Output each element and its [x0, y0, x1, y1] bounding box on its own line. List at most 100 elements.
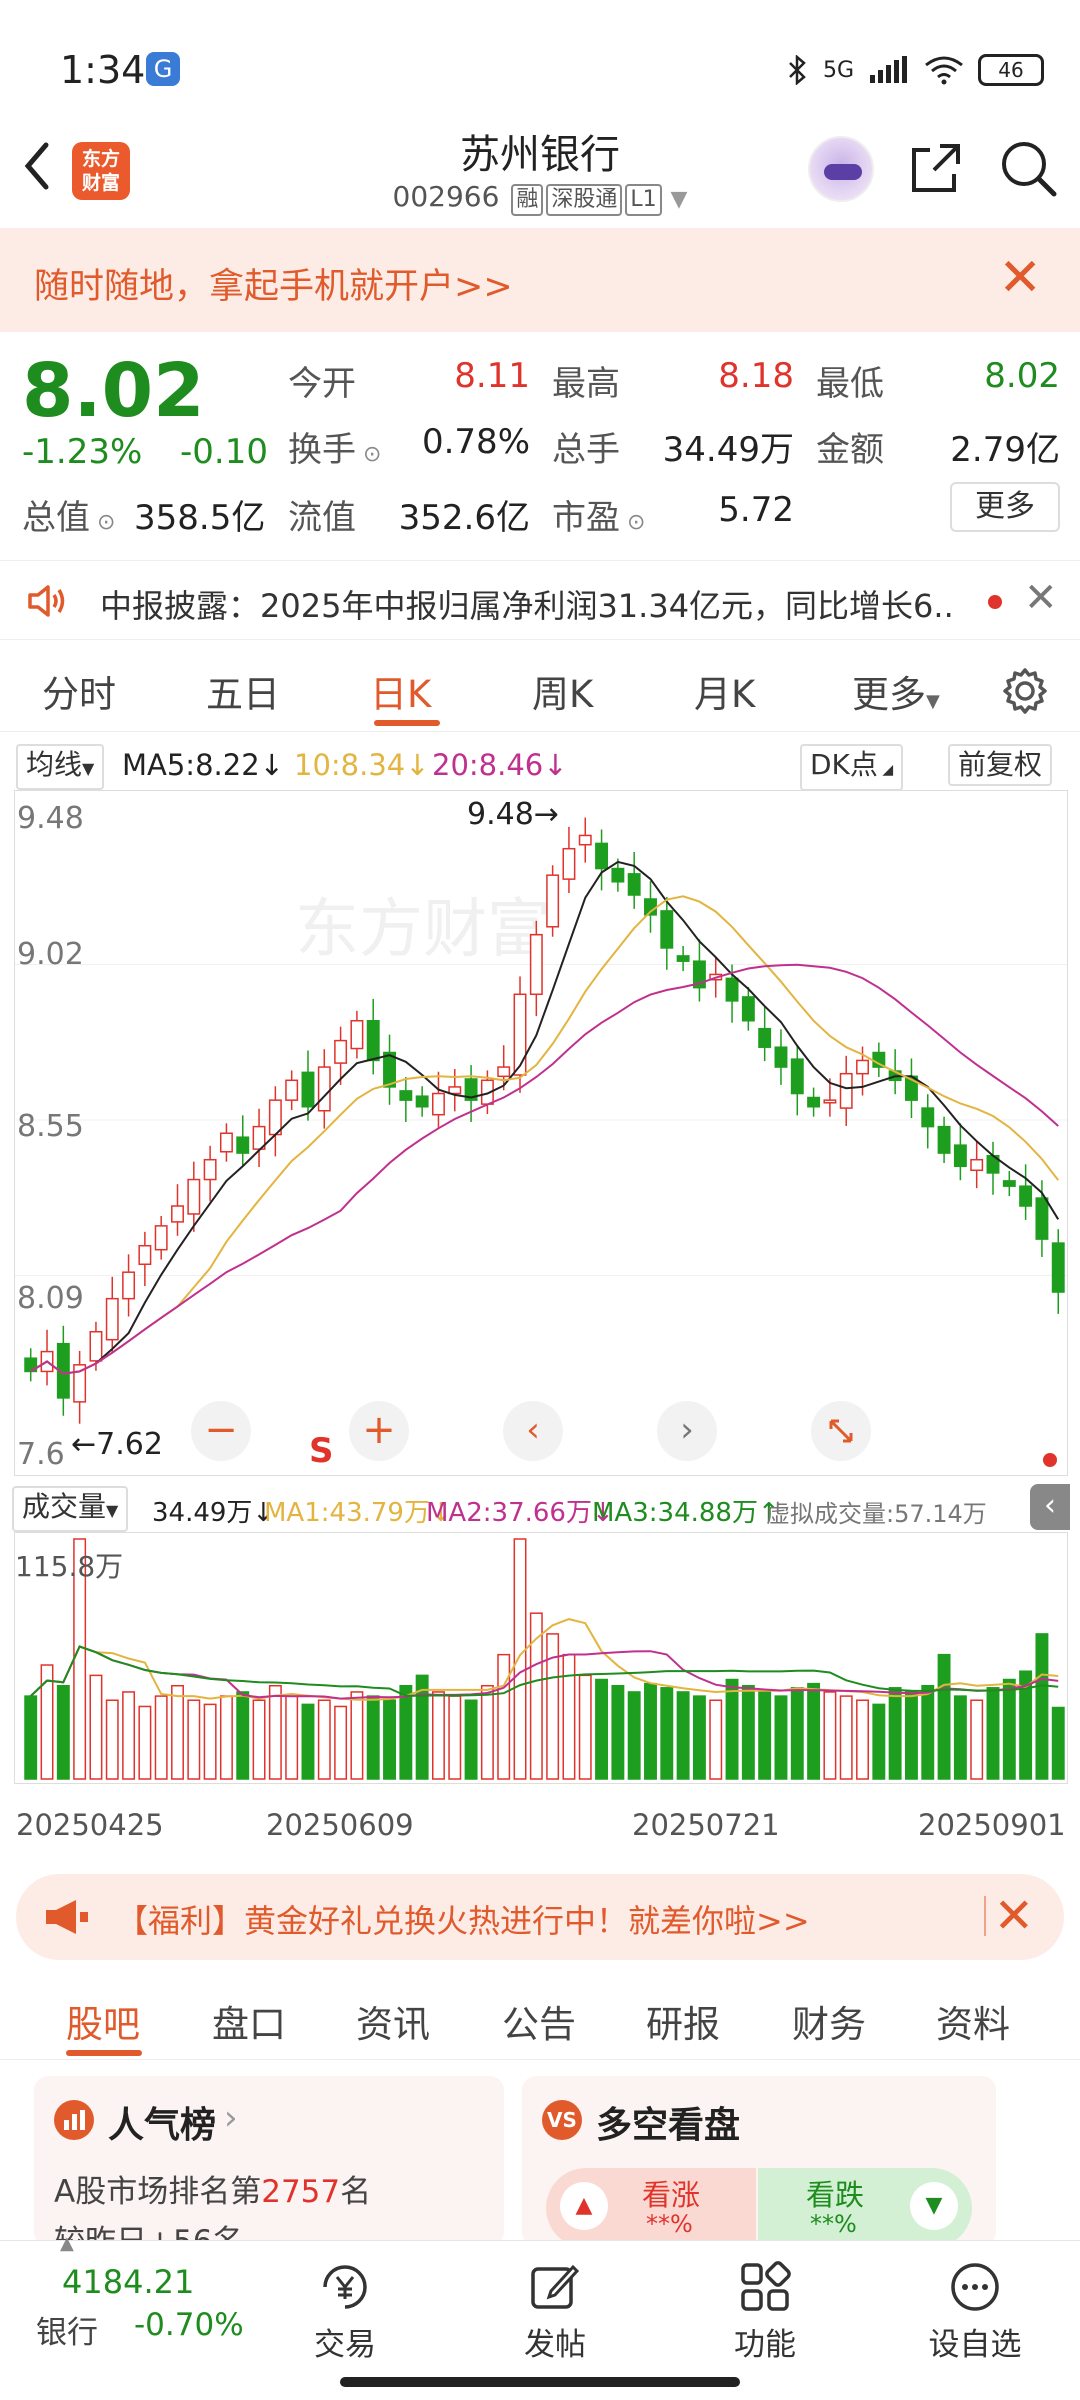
info-icon[interactable]: ⊙	[620, 510, 645, 535]
more-dots-icon	[951, 2263, 999, 2311]
change-percent: -1.23%	[22, 432, 143, 472]
candle-up	[823, 1099, 837, 1104]
volume-bar-down	[986, 1687, 1000, 1780]
signal-icon	[870, 56, 907, 83]
nav-post[interactable]: 发帖	[480, 2259, 630, 2364]
volume-indicator-bar: 成交量▼ 34.49万↓ MA1:43.79万↓ MA2:37.66万↓ MA3…	[0, 1484, 1080, 1534]
candle-up	[856, 1059, 869, 1075]
candle-up	[513, 993, 527, 1076]
caret-down-icon: ▼	[106, 1501, 119, 1520]
volume-bar-up	[513, 1538, 527, 1780]
fullscreen-button[interactable]	[811, 1401, 871, 1461]
low-label: 最低	[816, 364, 884, 404]
dk-point-selector[interactable]: DK点 ◢	[800, 744, 904, 791]
info-icon[interactable]: ⊙	[356, 442, 381, 467]
kline-chart[interactable]: 东方财富 9.48 9.02 8.55 8.09 7.6 9.48→ ←7.62…	[14, 790, 1068, 1476]
bearish-button[interactable]: 看跌 **% ▼	[758, 2168, 972, 2246]
assistant-avatar-icon[interactable]	[808, 136, 874, 202]
tab-announcements[interactable]: 公告	[502, 1994, 576, 2048]
edit-icon	[531, 2264, 580, 2309]
tab-more[interactable]: 更多▼	[852, 664, 940, 718]
tab-research[interactable]: 研报	[646, 1994, 720, 2048]
volume-bar-down	[692, 1695, 706, 1780]
close-icon[interactable]: ✕	[998, 248, 1042, 308]
tab-intraday[interactable]: 分时	[42, 664, 116, 718]
sector-index[interactable]: 4184.21 银行 -0.70%	[0, 2241, 244, 2361]
y-tick-label: 8.55	[17, 1109, 84, 1144]
search-icon[interactable]	[998, 138, 1058, 198]
tab-five-day[interactable]: 五日	[206, 664, 280, 718]
bottom-nav: ▲ 4184.21 银行 -0.70% 交易 发帖 功能 设自选	[0, 2233, 1080, 2400]
nav-trade[interactable]: 交易	[270, 2259, 420, 2364]
candle-up	[578, 834, 592, 846]
pan-right-button[interactable]: ›	[657, 1401, 717, 1461]
volume-bar-up	[285, 1695, 299, 1780]
wifi-icon	[925, 56, 963, 85]
candle-up	[546, 874, 560, 928]
nav-add-watchlist[interactable]: 设自选	[900, 2259, 1050, 2364]
last-price: 8.02	[22, 348, 205, 434]
volume-bar-up	[709, 1699, 723, 1780]
volume-bar-up	[823, 1691, 837, 1780]
info-icon[interactable]: ⊙	[90, 510, 115, 535]
volume-selector[interactable]: 成交量▼	[12, 1486, 129, 1532]
vs-icon: VS	[542, 2100, 582, 2140]
candle-down	[1019, 1185, 1033, 1207]
volume-bar-up	[171, 1684, 184, 1780]
nav-functions[interactable]: 功能	[690, 2259, 840, 2364]
volume-chart[interactable]: 115.8万	[14, 1532, 1068, 1784]
sentiment-title: 多空看盘	[596, 2105, 741, 2146]
caret-down-icon[interactable]: ▼	[671, 187, 688, 212]
tab-orderbook[interactable]: 盘口	[212, 1994, 286, 2048]
tab-weekly-k[interactable]: 周K	[532, 664, 593, 718]
tab-daily-k[interactable]: 日K	[370, 664, 431, 718]
candle-down	[758, 1027, 772, 1048]
promo-text: 随时随地，拿起手机就开户>>	[34, 267, 513, 307]
account-open-banner[interactable]: 随时随地，拿起手机就开户>> ✕	[0, 228, 1080, 332]
volume-bar-down	[807, 1682, 821, 1780]
active-tab-underline	[66, 2050, 142, 2056]
volume-selector-label: 成交量	[22, 1490, 107, 1523]
gear-icon[interactable]	[1000, 666, 1050, 716]
share-icon[interactable]	[908, 140, 964, 196]
volume-bar-down	[888, 1687, 902, 1780]
nav-post-label: 发帖	[524, 2327, 586, 2363]
volume-bar-down	[399, 1684, 413, 1780]
sentiment-card[interactable]: VS 多空看盘 ▲ 看涨 **% 看跌 **% ▼	[522, 2076, 996, 2246]
more-quote-button[interactable]: 更多	[950, 482, 1060, 532]
pan-left-button[interactable]: ‹	[503, 1401, 563, 1461]
candle-down	[774, 1046, 788, 1068]
popularity-title: 人气榜	[108, 2105, 217, 2146]
active-tab-underline	[374, 720, 440, 726]
close-icon[interactable]: ✕	[1024, 575, 1058, 621]
pe-label-text: 市盈	[552, 498, 620, 538]
volume-bar-up	[203, 1703, 217, 1780]
announcement-bar[interactable]: 中报披露：2025年中报归属净利润31.34亿元，同比增长6.. ✕	[0, 560, 1080, 640]
tab-news[interactable]: 资讯	[356, 1994, 430, 2048]
tab-monthly-k[interactable]: 月K	[694, 664, 755, 718]
zoom-out-button[interactable]: −	[191, 1401, 251, 1461]
collapse-panel-button[interactable]: ‹	[1030, 1484, 1070, 1530]
volume-bar-up	[187, 1699, 201, 1780]
volume-bar-down	[774, 1695, 788, 1780]
index-change: -0.70%	[134, 2307, 244, 2343]
adjust-selector[interactable]: 前复权	[948, 744, 1053, 786]
volume-bar-up	[154, 1695, 168, 1780]
volume-bar-down	[676, 1691, 690, 1780]
popularity-card[interactable]: 人气榜 › A股市场排名第2757名 较昨日+56名	[34, 2076, 504, 2246]
volume-bar-down	[872, 1703, 886, 1780]
network-type: 5G	[822, 57, 854, 83]
welfare-banner[interactable]: 【福利】黄金好礼兑换火热进行中！就差你啦>> ✕	[16, 1874, 1064, 1960]
ma-selector[interactable]: 均线▼	[16, 744, 105, 790]
candle-up	[187, 1178, 201, 1215]
nav-trade-label: 交易	[314, 2327, 376, 2363]
zoom-in-button[interactable]: +	[349, 1401, 409, 1461]
market-cap-label-text: 总值	[22, 498, 90, 538]
vol-ma3: MA3:34.88万↑	[592, 1498, 780, 1528]
tab-forum[interactable]: 股吧	[66, 1994, 140, 2048]
volume-bar-up	[268, 1684, 282, 1780]
close-icon[interactable]: ✕	[994, 1888, 1034, 1944]
bullish-button[interactable]: ▲ 看涨 **%	[546, 2168, 756, 2246]
tab-profile[interactable]: 资料	[936, 1994, 1010, 2048]
tab-financials[interactable]: 财务	[792, 1994, 866, 2048]
